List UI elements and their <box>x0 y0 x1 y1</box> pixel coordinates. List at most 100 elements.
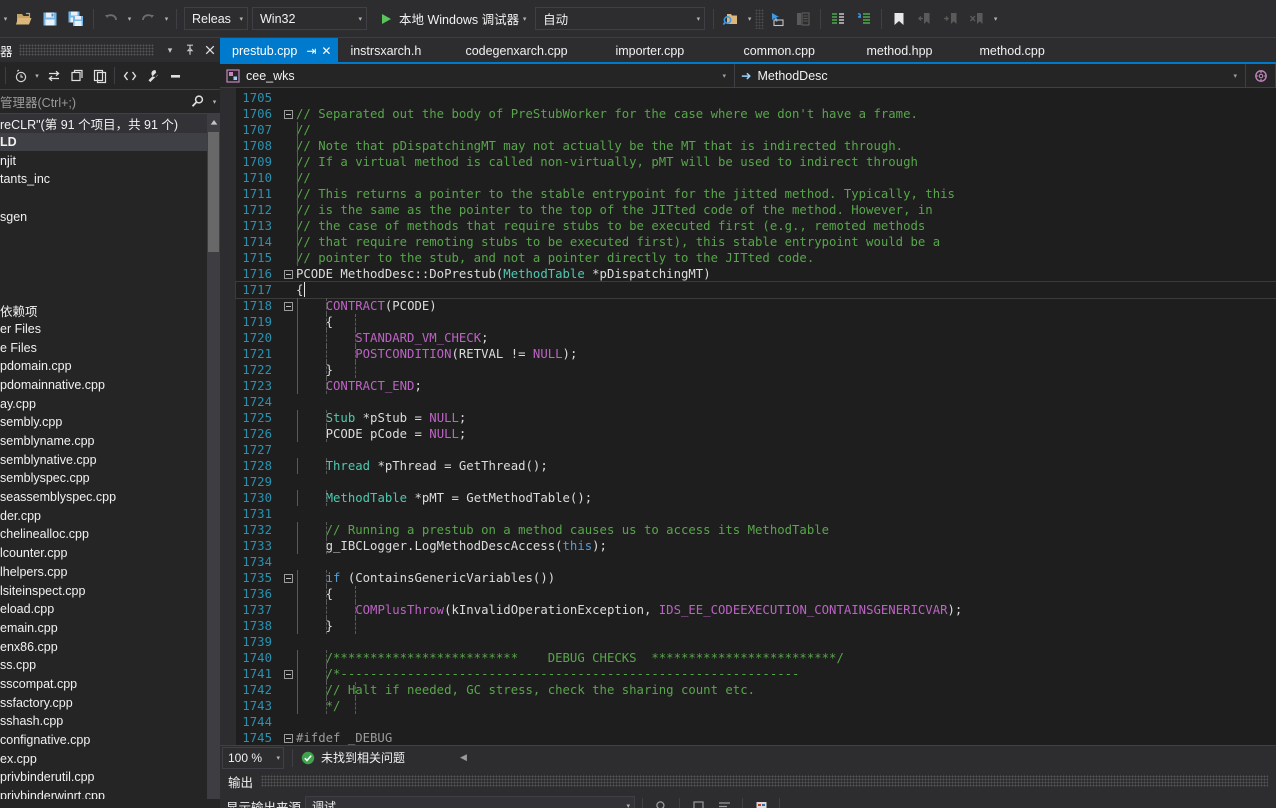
code-line[interactable]: 1735 if (ContainsGenericVariables()) <box>236 570 1276 586</box>
tab-method-cpp[interactable]: method.cpp <box>967 38 1075 64</box>
save-icon[interactable] <box>37 6 63 32</box>
scope-selector-combo[interactable]: ➜ MethodDesc ▾ <box>735 64 1246 87</box>
find-in-files-icon[interactable] <box>718 6 744 32</box>
show-all-files-icon[interactable] <box>118 64 141 88</box>
list-item[interactable]: ss.cpp <box>0 656 220 675</box>
list-item[interactable]: semblyname.cpp <box>0 432 220 451</box>
search-dropdown-icon[interactable]: ▾ <box>209 98 220 106</box>
debug-target-label[interactable]: 本地 Windows 调试器 <box>399 9 519 28</box>
solution-configuration-combo[interactable]: Release ▾ <box>184 7 248 30</box>
code-line[interactable]: 1728 Thread *pThread = GetThread(); <box>236 458 1276 474</box>
goto-definition-icon[interactable] <box>764 6 790 32</box>
code-line[interactable]: 1705 <box>236 90 1276 106</box>
bookmark-icon[interactable] <box>886 6 912 32</box>
code-line[interactable]: 1726 PCODE pCode = NULL; <box>236 426 1276 442</box>
code-line[interactable]: 1722 } <box>236 362 1276 378</box>
code-line[interactable]: 1724 <box>236 394 1276 410</box>
fold-collapse-icon[interactable] <box>280 109 296 119</box>
list-item[interactable]: ex.cpp <box>0 749 220 768</box>
fold-collapse-icon[interactable] <box>280 733 296 743</box>
find-output-icon[interactable] <box>650 795 672 808</box>
open-folder-icon[interactable] <box>11 6 37 32</box>
code-line[interactable]: 1708 // Note that pDispatchingMT may not … <box>236 138 1276 154</box>
tab-close-icon[interactable]: ✕ <box>321 44 331 58</box>
code-line[interactable]: 1707 // <box>236 122 1276 138</box>
member-selector-combo[interactable] <box>1246 64 1276 87</box>
list-item[interactable]: er Files <box>0 320 220 339</box>
fold-collapse-icon[interactable] <box>280 269 296 279</box>
list-item[interactable] <box>0 245 220 264</box>
undo-icon[interactable] <box>98 6 124 32</box>
solution-explorer-tree[interactable]: reCLR"(第 91 个项目，共 91 个) LD njit tants_inc sg… <box>0 114 220 799</box>
tree-scrollbar[interactable] <box>207 114 220 799</box>
list-item[interactable]: semblynative.cpp <box>0 450 220 469</box>
code-line[interactable]: 1733 g_IBCLogger.LogMethodDescAccess(thi… <box>236 538 1276 554</box>
list-item[interactable] <box>0 189 220 208</box>
list-item[interactable]: njit <box>0 151 220 170</box>
list-item[interactable]: emain.cpp <box>0 619 220 638</box>
refresh-icon[interactable] <box>65 64 88 88</box>
code-line[interactable]: 1725 Stub *pStub = NULL; <box>236 410 1276 426</box>
preview-selected-icon[interactable] <box>164 64 187 88</box>
scroll-up-icon[interactable] <box>208 116 219 128</box>
tab-importer-cpp[interactable]: importer.cpp <box>603 38 731 64</box>
toggle-wordwrap-icon[interactable] <box>713 795 735 808</box>
panel-menu-chevron-icon[interactable]: ▾ <box>160 39 180 61</box>
code-line[interactable]: 1745 #ifdef _DEBUG <box>236 730 1276 745</box>
list-item[interactable]: sshash.cpp <box>0 712 220 731</box>
code-line[interactable]: 1741 /*---------------------------------… <box>236 666 1276 682</box>
redo-dropdown-icon[interactable]: ▾ <box>161 7 172 31</box>
uncomment-lines-icon[interactable] <box>851 6 877 32</box>
code-line[interactable]: 1729 <box>236 474 1276 490</box>
collapse-all-icon[interactable] <box>88 64 111 88</box>
auto-combo[interactable]: 自动 ▾ <box>535 7 706 30</box>
solution-platform-combo[interactable]: Win32 ▾ <box>252 7 367 30</box>
code-line[interactable]: 1723 CONTRACT_END; <box>236 378 1276 394</box>
code-line[interactable]: 1744 <box>236 714 1276 730</box>
paste-list-icon[interactable] <box>790 6 816 32</box>
code-line[interactable]: 1742 // Halt if needed, GC stress, check… <box>236 682 1276 698</box>
chevron-down-icon[interactable]: ▾ <box>1229 72 1241 80</box>
undo-dropdown-icon[interactable]: ▾ <box>124 7 135 31</box>
list-item[interactable]: confignative.cpp <box>0 731 220 750</box>
code-line[interactable]: 1715 // pointer to the stub, and not a po… <box>236 250 1276 266</box>
list-item[interactable]: privbinderutil.cpp <box>0 768 220 787</box>
list-item[interactable] <box>0 264 220 283</box>
code-line[interactable]: 1716 PCODE MethodDesc::DoPrestub(MethodTa… <box>236 266 1276 282</box>
list-item[interactable]: e Files <box>0 338 220 357</box>
code-line[interactable]: 1740 /************************* DEBUG CH… <box>236 650 1276 666</box>
list-item[interactable]: pdomainnative.cpp <box>0 376 220 395</box>
code-line[interactable]: 1743 */ <box>236 698 1276 714</box>
code-line[interactable]: 1718 CONTRACT(PCODE) <box>236 298 1276 314</box>
code-line[interactable]: 1737 COMPlusThrow(kInvalidOperationExcep… <box>236 602 1276 618</box>
list-item[interactable] <box>0 226 220 245</box>
pending-changes-dropdown-icon[interactable]: ▾ <box>32 64 42 88</box>
list-item[interactable]: sscompat.cpp <box>0 675 220 694</box>
list-item[interactable]: privbinderwinrt.cpp <box>0 787 220 799</box>
output-settings-icon[interactable] <box>750 795 772 808</box>
comment-lines-icon[interactable] <box>825 6 851 32</box>
tab-instrsxarch-h[interactable]: instrsxarch.h <box>338 38 453 64</box>
error-status[interactable]: 未找到相关问题 <box>301 749 405 766</box>
tab-method-hpp[interactable]: method.hpp <box>854 38 967 64</box>
search-icon[interactable] <box>185 94 209 109</box>
debug-target-dropdown-icon[interactable]: ▾ <box>519 7 530 31</box>
tab-common-cpp[interactable]: common.cpp <box>731 38 854 64</box>
list-item[interactable]: ssfactory.cpp <box>0 693 220 712</box>
fold-collapse-icon[interactable] <box>280 301 296 311</box>
close-icon[interactable] <box>200 39 220 61</box>
clear-output-icon[interactable] <box>687 795 709 808</box>
list-item[interactable]: enx86.cpp <box>0 637 220 656</box>
list-item[interactable]: 依赖项 <box>0 301 220 320</box>
code-line[interactable]: 1710 // <box>236 170 1276 186</box>
list-item[interactable]: semblyspec.cpp <box>0 469 220 488</box>
code-line[interactable]: 1706 // Separated out the body of PreStub… <box>236 106 1276 122</box>
code-line[interactable]: 1738 } <box>236 618 1276 634</box>
find-dropdown-icon[interactable]: ▾ <box>744 7 755 31</box>
list-item[interactable]: seassemblyspec.cpp <box>0 488 220 507</box>
tab-codegenxarch-cpp[interactable]: codegenxarch.cpp <box>453 38 603 64</box>
fold-collapse-icon[interactable] <box>280 669 296 679</box>
sync-views-icon[interactable] <box>42 64 65 88</box>
solution-explorer-search[interactable]: 管理器(Ctrl+;) ▾ <box>0 90 220 114</box>
zoom-level-combo[interactable]: 100 % ▾ <box>222 746 284 769</box>
